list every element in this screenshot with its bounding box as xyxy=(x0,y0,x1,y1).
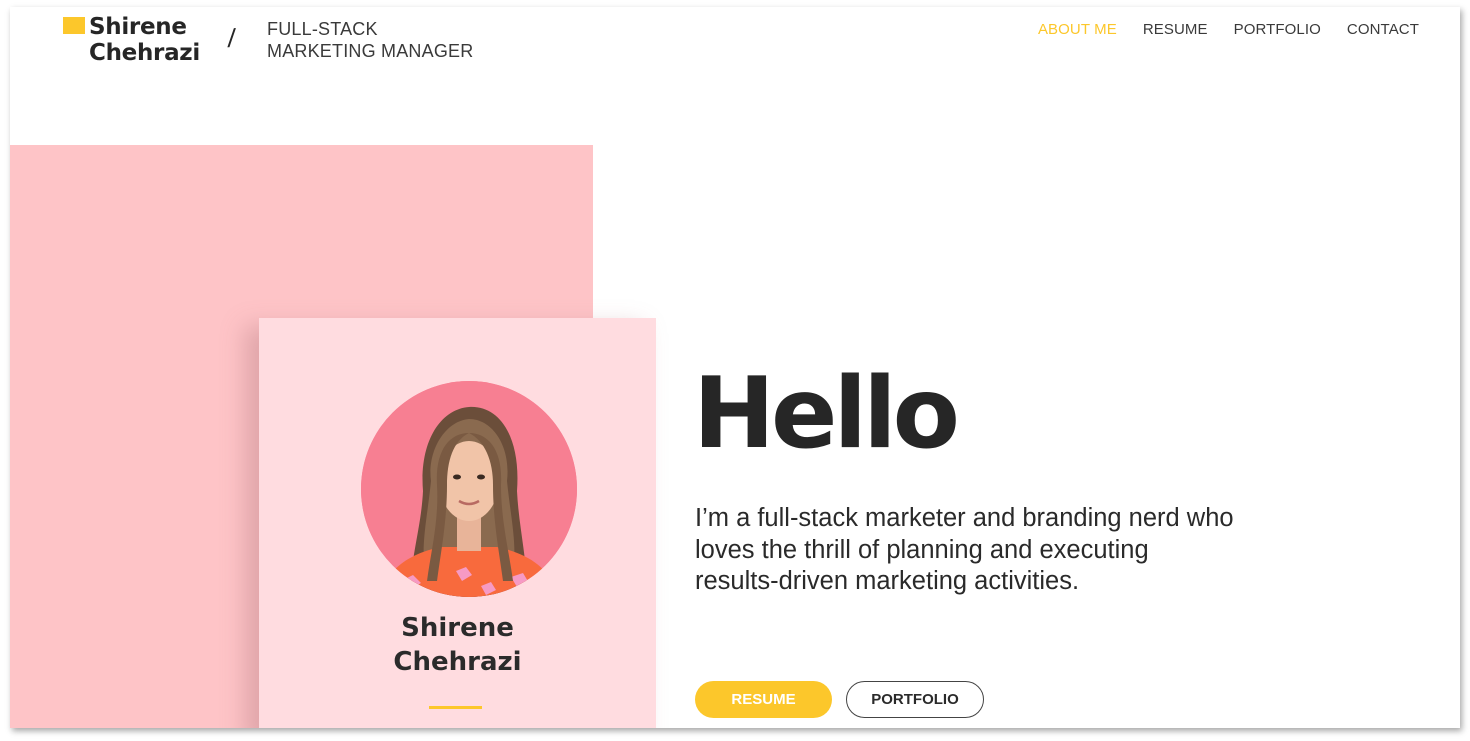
nav-about-me[interactable]: ABOUT ME xyxy=(1038,21,1117,38)
card-name-line2: Chehrazi xyxy=(393,647,522,677)
nav-resume[interactable]: RESUME xyxy=(1143,21,1208,38)
nav-contact[interactable]: CONTACT xyxy=(1347,21,1419,38)
card-name: Shirene Chehrazi xyxy=(259,611,656,679)
page: Shirene Chehrazi / FULL-STACK MARKETING … xyxy=(10,7,1460,728)
hero-intro: I’m a full-stack marketer and branding n… xyxy=(695,504,1234,595)
logo-name[interactable]: Shirene Chehrazi xyxy=(89,14,200,66)
logo-separator: / xyxy=(226,23,237,53)
job-title-line1: FULL-STACK xyxy=(267,19,378,39)
logo-name-line2: Chehrazi xyxy=(89,40,200,66)
profile-photo xyxy=(361,381,577,597)
main-nav: ABOUT ME RESUME PORTFOLIO CONTACT xyxy=(1038,21,1419,38)
profile-card: Shirene Chehrazi xyxy=(259,318,656,728)
resume-button[interactable]: RESUME xyxy=(695,681,832,718)
portfolio-button[interactable]: PORTFOLIO xyxy=(846,681,984,718)
accent-divider xyxy=(429,706,482,709)
job-title-line2: MARKETING MANAGER xyxy=(267,41,474,61)
hero-heading: Hello xyxy=(693,357,960,471)
nav-portfolio[interactable]: PORTFOLIO xyxy=(1234,21,1321,38)
logo-name-line1: Shirene xyxy=(89,14,187,40)
logo-square-icon xyxy=(63,17,85,34)
card-name-line1: Shirene xyxy=(401,613,514,643)
job-title: FULL-STACK MARKETING MANAGER xyxy=(267,18,473,62)
person-portrait-icon xyxy=(361,381,577,597)
